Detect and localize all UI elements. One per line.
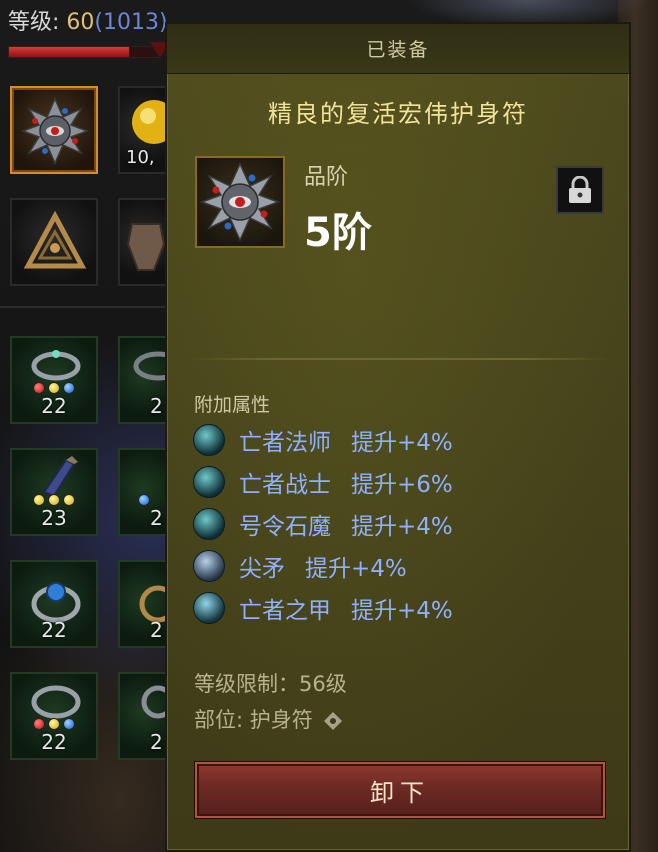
- blue-gem-icon: [63, 718, 75, 730]
- slot-count: 2: [150, 394, 163, 418]
- inventory-slot-ring-2[interactable]: 2: [118, 336, 170, 424]
- xp-bar: [8, 46, 160, 58]
- yellow-gem-icon: [63, 494, 75, 506]
- red-gem-icon: [33, 382, 45, 394]
- level-value: 60: [66, 10, 95, 35]
- attribute-bonus: 提升+4%: [351, 598, 453, 624]
- item-tooltip-panel: 已装备 精良的复活宏伟护身符 品阶 5阶 附加属性 亡者法师 提升+4% 亡者战…: [165, 22, 631, 852]
- armor-icon: [126, 223, 166, 271]
- attribute-row: 尖矛 提升+4%: [193, 548, 407, 584]
- grade-label: 品阶: [304, 165, 349, 190]
- slot-count: 22: [41, 730, 67, 754]
- yellow-gem-icon: [48, 382, 60, 394]
- bracer-icon: [42, 456, 78, 496]
- attribute-row: 亡者法师 提升+4%: [193, 422, 453, 458]
- amulet-slot-icon: [324, 712, 343, 730]
- inventory-slot-orb[interactable]: 10,: [118, 86, 168, 174]
- unequip-button[interactable]: 卸下: [195, 762, 605, 818]
- ring-icon: [31, 350, 81, 381]
- attribute-name: 亡者法师: [239, 430, 331, 456]
- blue-gem-icon: [138, 494, 150, 506]
- attribute-bonus: 提升+4%: [351, 514, 453, 540]
- inventory-slot-ring-6[interactable]: 2: [118, 672, 170, 760]
- level-sub-value: (1013): [94, 10, 168, 35]
- section-divider: [189, 358, 609, 360]
- attribute-bonus: 提升+6%: [351, 472, 453, 498]
- attribute-row: 亡者之甲 提升+4%: [193, 590, 453, 626]
- bone-armor-icon: [193, 592, 225, 624]
- ring-icon: [141, 685, 170, 719]
- item-icon-frame: [195, 156, 285, 248]
- character-level: 等级: 60(1013): [8, 4, 168, 36]
- attribute-row: 亡者战士 提升+6%: [193, 464, 453, 500]
- attribute-name: 尖矛: [239, 556, 285, 582]
- inventory-slot-ring-1[interactable]: 22: [10, 336, 98, 424]
- level-requirement: 等级限制：56级: [194, 672, 347, 696]
- spear-icon: [193, 550, 225, 582]
- equip-slot-line: 部位: 护身符: [194, 704, 343, 734]
- item-name: 精良的复活宏伟护身符: [268, 100, 528, 128]
- necromancer-mage-icon: [193, 424, 225, 456]
- inventory-slot-ring-5[interactable]: 22: [10, 672, 98, 760]
- gem-sockets: [12, 718, 96, 730]
- inventory-slot-amulet[interactable]: [10, 86, 98, 174]
- yellow-gem-icon: [48, 494, 60, 506]
- inventory-divider: [0, 306, 165, 308]
- attribute-bonus: 提升+4%: [305, 556, 407, 582]
- attribute-bonus: 提升+4%: [351, 430, 453, 456]
- attribute-name: 亡者之甲: [239, 598, 331, 624]
- section-title: 附加属性: [194, 394, 271, 416]
- yellow-gem-icon: [33, 494, 45, 506]
- amulet-icon: [199, 162, 281, 242]
- amulet-icon: [20, 97, 90, 165]
- slot-count: 23: [41, 506, 67, 530]
- equip-slot-label: 部位: 护身符: [194, 708, 313, 732]
- red-gem-icon: [33, 718, 45, 730]
- inventory-slot-bracer-2[interactable]: 2: [118, 448, 168, 536]
- ring-icon: [31, 685, 81, 719]
- inventory-slot-bracer-1[interactable]: 23: [10, 448, 98, 536]
- blue-gem-icon: [63, 382, 75, 394]
- ring-icon: [133, 351, 170, 381]
- inventory-slot-ring-3[interactable]: 22: [10, 560, 98, 648]
- xp-bar-fill: [9, 47, 129, 57]
- lock-icon: [569, 176, 591, 203]
- attribute-name: 号令石魔: [239, 514, 331, 540]
- lock-button[interactable]: [556, 166, 604, 214]
- triangle-rune-icon: [23, 210, 87, 269]
- yellow-gem-icon: [48, 718, 60, 730]
- slot-count: 22: [41, 618, 67, 642]
- golem-icon: [193, 508, 225, 540]
- grade-value: 5阶: [304, 210, 372, 256]
- inventory-slot-ring-4[interactable]: 2: [118, 560, 170, 648]
- skeleton-warrior-icon: [193, 466, 225, 498]
- slot-count: 2: [150, 730, 163, 754]
- slot-count: 22: [41, 394, 67, 418]
- inventory-slot-armor[interactable]: [118, 198, 168, 286]
- attribute-row: 号令石魔 提升+4%: [193, 506, 453, 542]
- gem-sockets: [12, 494, 96, 506]
- slot-count: 2: [150, 506, 163, 530]
- slot-count: 10,: [126, 147, 155, 168]
- inventory-slot-rune[interactable]: [10, 198, 98, 286]
- level-label: 等级:: [8, 10, 60, 35]
- gem-sockets: [12, 382, 96, 394]
- panel-header: 已装备: [167, 24, 629, 74]
- attribute-name: 亡者战士: [239, 472, 331, 498]
- slot-count: 2: [150, 618, 163, 642]
- gold-orb-icon: [132, 100, 168, 144]
